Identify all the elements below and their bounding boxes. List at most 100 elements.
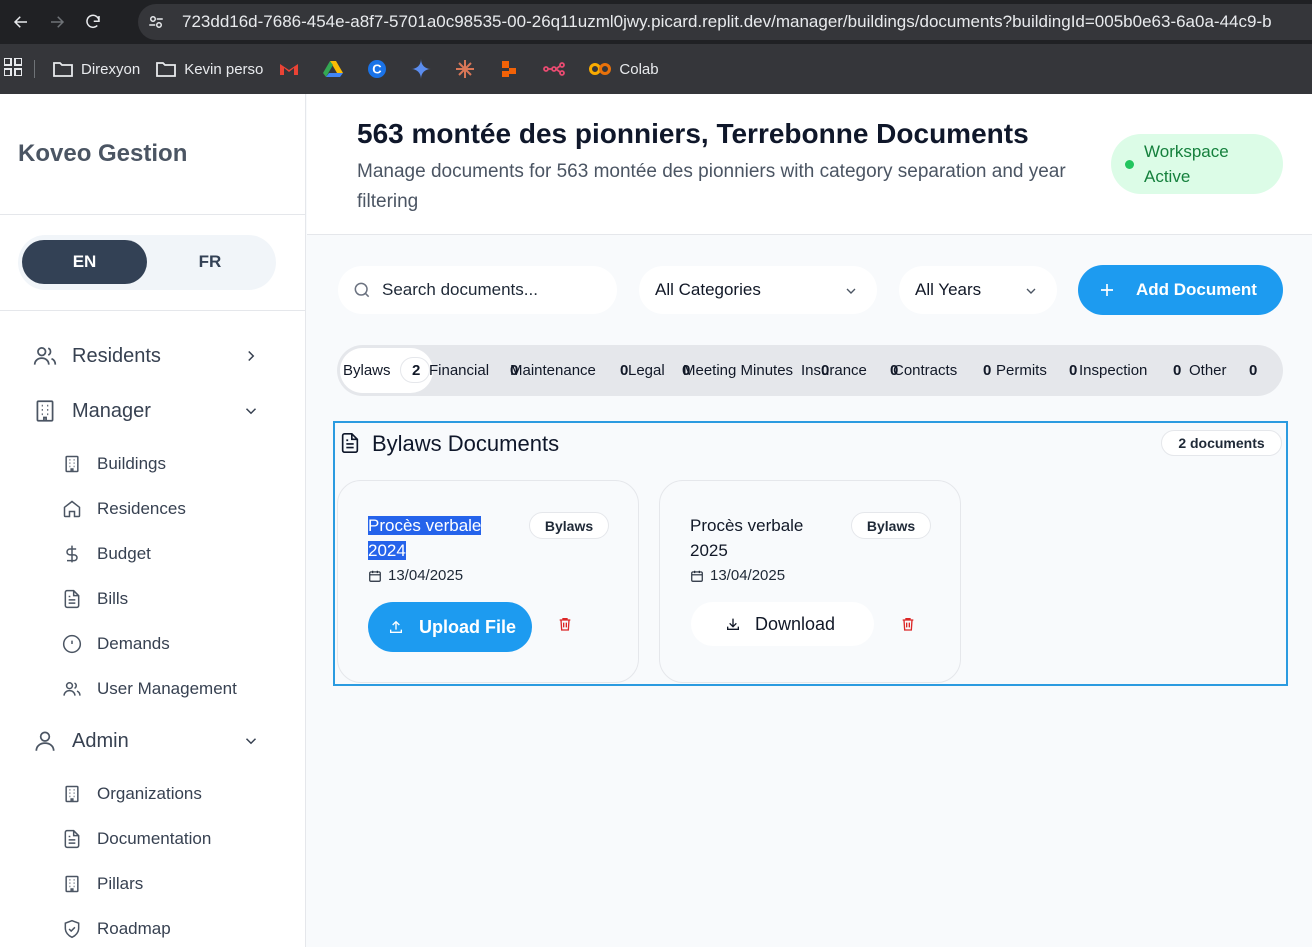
calendar-icon bbox=[369, 570, 381, 582]
nav-section-residents[interactable]: Residents bbox=[32, 338, 272, 374]
tab-count: 0 bbox=[1173, 362, 1182, 379]
tab-count: 0 bbox=[1069, 362, 1078, 379]
home-icon bbox=[63, 500, 81, 518]
reload-icon[interactable] bbox=[78, 7, 108, 37]
back-icon[interactable] bbox=[6, 7, 36, 37]
sidebar-item-demands[interactable]: Demands bbox=[62, 630, 170, 658]
sidebar-item-label: Bills bbox=[97, 589, 129, 608]
chevron-down-icon bbox=[245, 408, 257, 415]
sidebar-item-documentation[interactable]: Documentation bbox=[62, 825, 211, 853]
bookmark-folder[interactable]: Direxyon bbox=[53, 61, 140, 78]
nav-section-manager[interactable]: Manager bbox=[32, 393, 272, 429]
users-icon bbox=[63, 682, 81, 696]
sidebar-item-roadmap[interactable]: Roadmap bbox=[62, 915, 171, 943]
upload-file-button[interactable]: Upload File bbox=[368, 602, 532, 652]
sidebar-item-label: Pillars bbox=[97, 874, 144, 893]
document-date: 13/04/2025 bbox=[368, 567, 463, 584]
svg-text:C: C bbox=[373, 62, 383, 77]
add-document-button[interactable]: Add Document bbox=[1078, 265, 1283, 315]
url-text[interactable]: 723dd16d-7686-454e-a8f7-5701a0c98535-00-… bbox=[182, 12, 1272, 32]
bookmark-folder[interactable]: Kevin perso bbox=[156, 61, 263, 78]
sidebar-item-label: Demands bbox=[97, 634, 170, 653]
bookmark-label: Colab bbox=[619, 60, 659, 78]
document-title-line: 2024 bbox=[368, 541, 406, 560]
upload-icon bbox=[390, 620, 402, 633]
address-bar[interactable]: 723dd16d-7686-454e-a8f7-5701a0c98535-00-… bbox=[138, 4, 1312, 40]
bookmark-label: Direxyon bbox=[81, 60, 141, 78]
tab-contracts[interactable]: Contracts bbox=[893, 362, 957, 379]
tab-count: 0 bbox=[983, 362, 992, 379]
category-tabs: Bylaws 2 Financial 0 Maintenance 0 Legal… bbox=[337, 345, 1283, 396]
building-icon bbox=[65, 455, 79, 473]
category-badge: Bylaws bbox=[851, 512, 931, 539]
tab-inspection[interactable]: Inspection bbox=[1079, 362, 1147, 379]
gemini-icon[interactable] bbox=[411, 59, 439, 79]
document-title: Procès verbale 2024 bbox=[368, 513, 518, 563]
document-title: Procès verbale 2025 bbox=[690, 513, 840, 563]
nav-section-label: Admin bbox=[72, 729, 129, 752]
claude-icon[interactable] bbox=[455, 59, 483, 79]
year-select[interactable]: All Years bbox=[899, 266, 1057, 314]
tab-financial[interactable]: Financial bbox=[429, 362, 489, 379]
gmail-icon[interactable] bbox=[279, 61, 307, 77]
tab-permits[interactable]: Permits bbox=[996, 362, 1047, 379]
sidebar-item-bills[interactable]: Bills bbox=[62, 585, 128, 613]
category-select[interactable]: All Categories bbox=[639, 266, 877, 314]
search-input[interactable] bbox=[382, 280, 602, 300]
sidebar-item-buildings[interactable]: Buildings bbox=[62, 450, 166, 478]
tab-count: 2 bbox=[412, 362, 421, 379]
sidebar-item-label: Organizations bbox=[97, 784, 202, 803]
tab-label[interactable]: Bylaws bbox=[343, 362, 391, 379]
page-header: 563 montée des pionniers, Terrebonne Doc… bbox=[307, 94, 1312, 235]
nav-section-admin[interactable]: Admin bbox=[32, 723, 272, 759]
forward-icon[interactable] bbox=[42, 7, 72, 37]
trash-icon[interactable] bbox=[900, 616, 916, 632]
lang-en-button[interactable]: EN bbox=[22, 240, 147, 284]
tab-legal[interactable]: Legal bbox=[628, 362, 665, 379]
document-title-line: Procès verbale bbox=[368, 516, 482, 535]
sidebar-item-residences[interactable]: Residences bbox=[62, 495, 186, 523]
add-document-label: Add Document bbox=[1136, 280, 1257, 299]
chevron-right-icon bbox=[248, 350, 255, 362]
chevron-down-icon bbox=[846, 288, 856, 294]
calendar-icon bbox=[691, 570, 703, 582]
document-card: Procès verbale 2024 Bylaws 13/04/2025 Up… bbox=[337, 480, 639, 683]
apps-icon[interactable] bbox=[3, 56, 23, 81]
site-settings-icon[interactable] bbox=[138, 4, 174, 40]
search-field[interactable] bbox=[338, 266, 617, 314]
download-button[interactable]: Download bbox=[691, 602, 874, 646]
workflow-icon[interactable] bbox=[543, 62, 573, 76]
category-badge: Bylaws bbox=[529, 512, 609, 539]
file-text-icon bbox=[64, 589, 80, 609]
folder-icon bbox=[156, 62, 177, 77]
sidebar-item-budget[interactable]: Budget bbox=[62, 540, 151, 568]
tab-count: 0 bbox=[1249, 362, 1258, 379]
orange-app-icon[interactable] bbox=[499, 59, 527, 79]
tab-meeting-minutes[interactable]: Meeting Minutes bbox=[683, 362, 793, 379]
documents-heading: Bylaws Documents bbox=[372, 431, 560, 456]
search-icon bbox=[354, 282, 370, 298]
c-app-icon[interactable]: C bbox=[367, 59, 395, 79]
lang-fr-button[interactable]: FR bbox=[148, 240, 272, 284]
tab-insurance[interactable]: Insurance bbox=[801, 362, 867, 379]
alert-circle-icon bbox=[62, 634, 82, 654]
bookmarks-bar: Direxyon Kevin perso C Colab bbox=[0, 44, 1312, 94]
download-label: Download bbox=[755, 613, 836, 634]
sidebar-item-user-management[interactable]: User Management bbox=[62, 675, 237, 703]
sidebar-item-organizations[interactable]: Organizations bbox=[62, 780, 202, 808]
sidebar-item-pillars[interactable]: Pillars bbox=[62, 870, 143, 898]
document-title-line: 2025 bbox=[690, 541, 728, 560]
file-text-icon bbox=[64, 829, 80, 849]
file-text-icon bbox=[341, 433, 359, 453]
building-icon bbox=[36, 400, 54, 422]
document-card: Procès verbale 2025 Bylaws 13/04/2025 Do… bbox=[659, 480, 961, 683]
tab-other[interactable]: Other bbox=[1189, 362, 1227, 379]
page-title: 563 montée des pionniers, Terrebonne Doc… bbox=[357, 118, 1029, 149]
sidebar-item-label: Residences bbox=[97, 499, 186, 518]
sidebar-item-label: Budget bbox=[97, 544, 151, 563]
tab-maintenance[interactable]: Maintenance bbox=[510, 362, 596, 379]
document-date-text: 13/04/2025 bbox=[710, 567, 786, 584]
drive-icon[interactable] bbox=[323, 60, 351, 78]
trash-icon[interactable] bbox=[557, 616, 573, 632]
bookmark-colab[interactable]: Colab bbox=[589, 60, 659, 78]
